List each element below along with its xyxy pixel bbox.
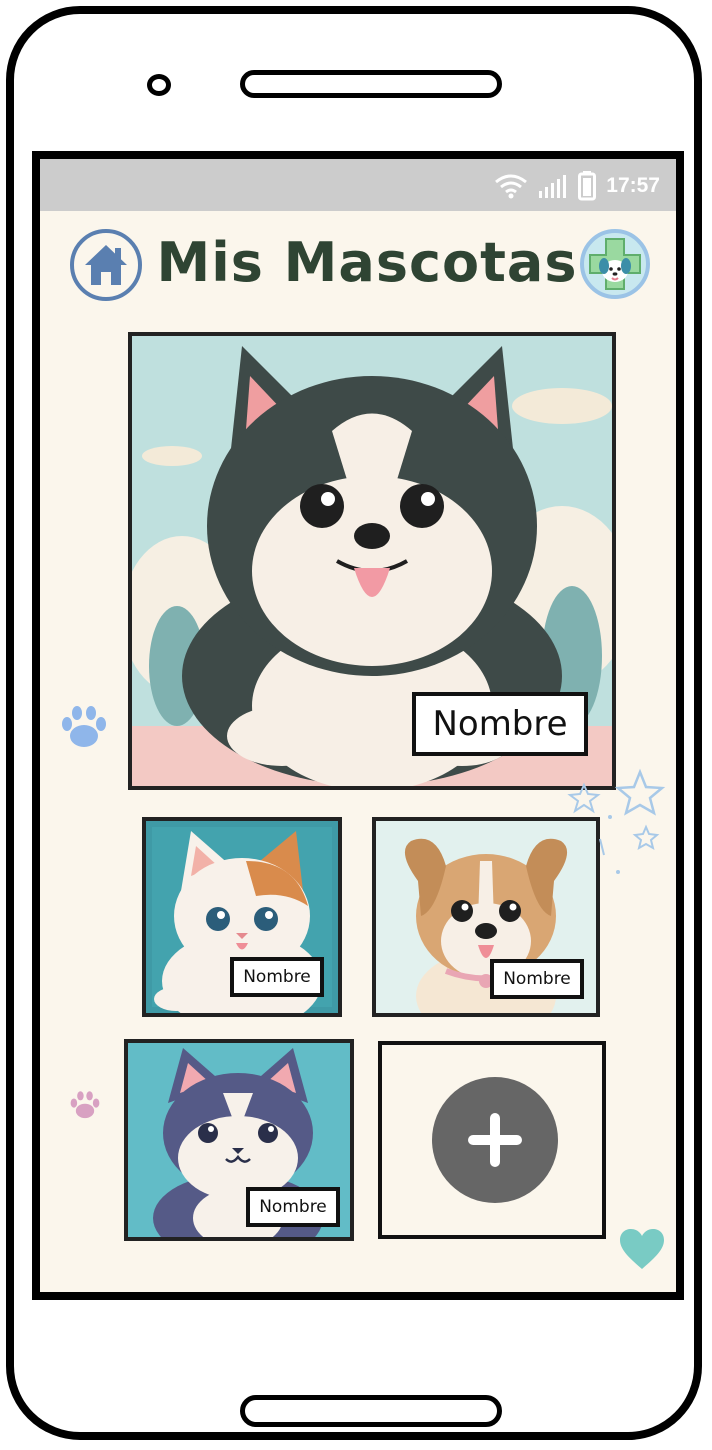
pet-card-main[interactable]: Nombre bbox=[128, 332, 616, 790]
pet-name-label: Nombre bbox=[412, 692, 588, 756]
add-pet-circle[interactable] bbox=[432, 1077, 558, 1203]
add-pet-button[interactable] bbox=[378, 1041, 606, 1239]
page-title: Mis Mascotas bbox=[156, 231, 578, 294]
battery-icon bbox=[578, 171, 597, 201]
vet-button[interactable] bbox=[580, 229, 650, 299]
status-bar: 17:57 bbox=[40, 159, 676, 211]
signal-icon bbox=[538, 173, 568, 199]
earpiece bbox=[240, 70, 502, 98]
pet-name-label: Nombre bbox=[230, 957, 324, 997]
home-icon bbox=[85, 245, 127, 285]
plus-icon bbox=[468, 1113, 522, 1167]
pet-card-cat[interactable]: Nombre bbox=[142, 817, 342, 1017]
stars-icon bbox=[567, 768, 666, 874]
front-camera bbox=[147, 74, 171, 96]
paw-print-icon bbox=[70, 1091, 100, 1119]
heart-icon bbox=[620, 1229, 664, 1269]
home-bar[interactable] bbox=[240, 1395, 502, 1427]
vet-cross-icon bbox=[589, 238, 641, 290]
pet-name-label: Nombre bbox=[246, 1187, 340, 1227]
home-button[interactable] bbox=[70, 229, 142, 301]
paw-print-icon bbox=[62, 706, 106, 747]
screen: 17:57 Mis Mascotas Nombre Nombre Nombre … bbox=[32, 151, 684, 1300]
status-time: 17:57 bbox=[606, 174, 660, 197]
pet-name-label: Nombre bbox=[490, 959, 584, 999]
wifi-icon bbox=[494, 173, 528, 199]
pet-card-tuxedo-cat[interactable]: Nombre bbox=[124, 1039, 354, 1241]
